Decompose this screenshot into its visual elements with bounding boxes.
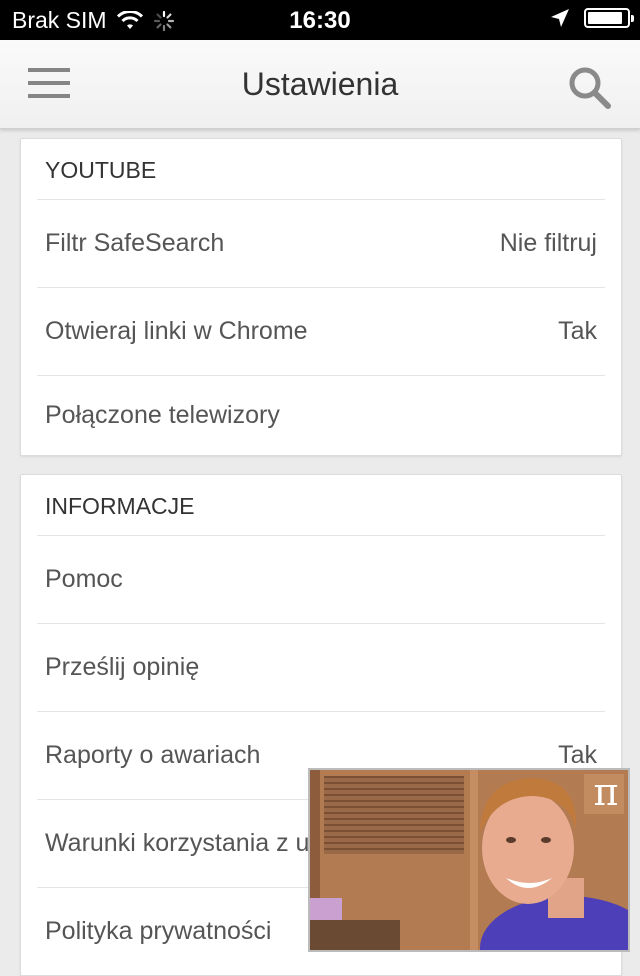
row-label: Pomoc	[45, 565, 123, 593]
app-bar: Ustawienia	[0, 40, 640, 129]
row-label: Polityka prywatności	[45, 917, 272, 945]
row-label: Filtr SafeSearch	[45, 229, 225, 257]
settings-section-youtube: YOUTUBE Filtr SafeSearch Nie filtruj Otw…	[20, 138, 622, 456]
page-title: Ustawienia	[241, 66, 399, 102]
connected-tvs-row[interactable]: Połączone telewizory	[37, 376, 605, 454]
send-feedback-row[interactable]: Prześlij opinię	[37, 624, 605, 712]
row-value: Nie filtruj	[499, 229, 597, 257]
row-value: Tak	[558, 741, 597, 769]
row-label: Raporty o awariach	[45, 741, 261, 769]
section-header: INFORMACJE	[37, 475, 605, 536]
search-icon[interactable]	[566, 64, 614, 112]
row-label: Otwieraj linki w Chrome	[45, 317, 308, 345]
presenter-video-frame	[310, 770, 628, 950]
row-label: Prześlij opinię	[45, 653, 200, 681]
status-bar-right	[550, 8, 634, 28]
video-overlay: π	[308, 768, 630, 952]
clock: 16:30	[289, 7, 351, 34]
battery-icon	[584, 8, 634, 28]
row-value: Tak	[558, 317, 597, 345]
help-row[interactable]: Pomoc	[37, 536, 605, 624]
battery-level	[588, 12, 623, 24]
section-header: YOUTUBE	[37, 139, 605, 200]
pi-badge: π	[593, 770, 619, 814]
open-links-in-chrome-row[interactable]: Otwieraj linki w Chrome Tak	[37, 288, 605, 376]
location-arrow-icon	[551, 9, 569, 27]
status-bar: Brak SIM 16:30	[0, 0, 640, 40]
row-label: Połączone telewizory	[45, 400, 280, 429]
safesearch-filter-row[interactable]: Filtr SafeSearch Nie filtruj	[37, 200, 605, 288]
